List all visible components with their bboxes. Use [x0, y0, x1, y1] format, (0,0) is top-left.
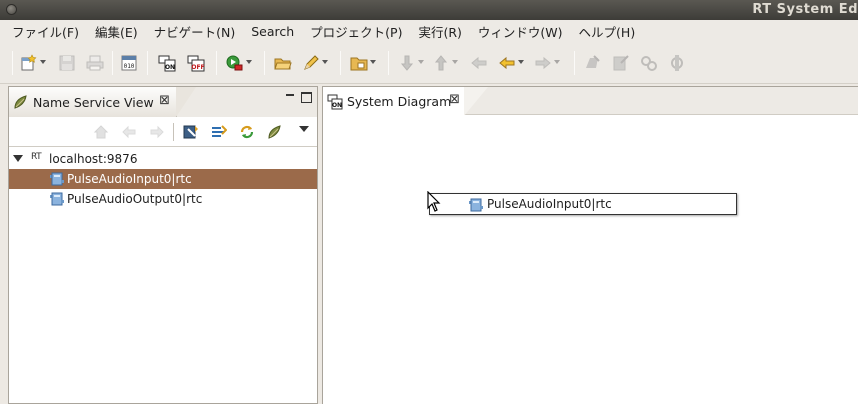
new-wizard-icon[interactable]: [20, 54, 38, 72]
next-annotation-dropdown-arrow[interactable]: [418, 60, 425, 65]
svg-text:ON: ON: [332, 102, 342, 109]
pencil-icon[interactable]: [302, 54, 320, 72]
ext-tool-4-icon[interactable]: [668, 54, 686, 72]
svg-text:ON: ON: [165, 64, 175, 71]
system-diagram-editor: ON System Diagram ⊠ PulseAudioInput0|rtc: [322, 86, 858, 404]
maximize-icon[interactable]: [301, 92, 312, 103]
add-name-server-icon[interactable]: [267, 124, 283, 140]
window-close-button[interactable]: [6, 4, 17, 15]
print-icon[interactable]: [86, 54, 104, 72]
folder-dropdown-arrow[interactable]: [370, 60, 377, 65]
rt-host-icon: RT: [31, 152, 42, 162]
component-label: PulseAudioOutput0|rtc: [67, 192, 203, 206]
link-with-editor-icon[interactable]: [211, 124, 228, 140]
forward-icon[interactable]: [149, 124, 165, 140]
menu-project[interactable]: プロジェクト(P): [302, 22, 410, 41]
rt-component-icon: [49, 171, 65, 187]
toolbar-separator: [340, 51, 341, 75]
history-back-icon[interactable]: [470, 54, 488, 72]
dragged-component-preview[interactable]: PulseAudioInput0|rtc: [429, 193, 737, 215]
tree-node-host[interactable]: RT localhost:9876: [9, 149, 317, 169]
name-service-tree: RT localhost:9876 PulseAudioInput0|rtc P…: [9, 149, 317, 209]
menu-search[interactable]: Search: [243, 24, 302, 39]
ext-tool-2-icon[interactable]: [612, 54, 630, 72]
menu-bar: ファイル(F) 編集(E) ナビゲート(N) Search プロジェクト(P) …: [0, 20, 858, 42]
back-dropdown-arrow[interactable]: [518, 60, 525, 65]
rt-component-icon: [468, 197, 484, 213]
mouse-pointer-icon: [427, 190, 443, 213]
minimize-icon[interactable]: [285, 92, 296, 103]
tab-name-service-view[interactable]: Name Service View ⊠: [9, 87, 196, 117]
back-icon[interactable]: [121, 124, 137, 140]
tab-label: Name Service View: [33, 94, 154, 110]
tree-node-component[interactable]: PulseAudioOutput0|rtc: [9, 189, 317, 209]
dragged-component-label: PulseAudioInput0|rtc: [487, 197, 612, 211]
toolbar-separator: [147, 51, 148, 75]
menu-navigate[interactable]: ナビゲート(N): [146, 22, 244, 41]
svg-text:OFF: OFF: [191, 64, 204, 71]
menu-file[interactable]: ファイル(F): [4, 22, 87, 41]
toolbar-separator: [388, 51, 389, 75]
refresh-icon[interactable]: [239, 124, 255, 140]
expand-collapse-icon[interactable]: [13, 155, 23, 162]
tab-tail-decoration: [176, 87, 196, 117]
host-label: localhost:9876: [49, 152, 138, 166]
home-icon[interactable]: [93, 124, 109, 140]
system-diagram-icon: ON: [327, 94, 343, 110]
tree-node-component[interactable]: PulseAudioInput0|rtc: [9, 169, 317, 189]
collapse-all-icon[interactable]: [183, 124, 199, 140]
ext-tool-3-icon[interactable]: [640, 54, 658, 72]
prev-annotation-dropdown-arrow[interactable]: [452, 60, 459, 65]
run-dropdown-arrow[interactable]: [246, 60, 253, 65]
save-icon[interactable]: [58, 54, 76, 72]
editor-tab-bar: ON System Diagram ⊠: [323, 87, 858, 116]
toolbar-separator: [574, 51, 575, 75]
binary-010-icon[interactable]: 010: [120, 54, 138, 72]
window-title: RT System Ed: [752, 2, 858, 17]
view-tab-bar: Name Service View ⊠: [9, 87, 317, 117]
name-service-icon: [13, 94, 29, 110]
forward-dropdown-arrow[interactable]: [554, 60, 561, 65]
tab-tail-decoration: [464, 87, 488, 116]
component-label: PulseAudioInput0|rtc: [67, 172, 192, 186]
folder-icon[interactable]: [350, 54, 368, 72]
toolbar-separator: [112, 51, 113, 75]
new-dropdown-arrow[interactable]: [40, 60, 47, 65]
ext-tool-1-icon[interactable]: [584, 54, 602, 72]
diagram-canvas[interactable]: PulseAudioInput0|rtc: [323, 115, 858, 404]
toolbar-separator: [264, 51, 265, 75]
pencil-dropdown-arrow[interactable]: [322, 60, 329, 65]
open-folder-icon[interactable]: [274, 54, 292, 72]
close-icon[interactable]: ⊠: [449, 92, 460, 107]
name-service-view: Name Service View ⊠ RT localhost:9876 Pu…: [8, 86, 318, 404]
close-icon[interactable]: ⊠: [159, 93, 170, 108]
toolbar-separator: [216, 51, 217, 75]
menu-edit[interactable]: 編集(E): [87, 22, 146, 41]
prev-annotation-icon[interactable]: [432, 54, 450, 72]
back-icon[interactable]: [498, 54, 516, 72]
run-icon[interactable]: [225, 54, 243, 72]
view-toolbar: [9, 117, 317, 147]
main-toolbar: 010 ON OFF: [0, 42, 858, 84]
title-bar: RT System Ed: [0, 0, 858, 20]
menu-help[interactable]: ヘルプ(H): [571, 22, 644, 41]
toolbar-separator: [12, 51, 13, 75]
all-on-icon[interactable]: ON: [158, 54, 176, 72]
svg-text:010: 010: [124, 63, 135, 70]
view-menu-chevron-down-icon[interactable]: [299, 126, 309, 132]
all-off-icon[interactable]: OFF: [187, 54, 205, 72]
tab-label: System Diagram: [347, 94, 452, 109]
next-annotation-icon[interactable]: [398, 54, 416, 72]
rt-component-icon: [49, 191, 65, 207]
menu-window[interactable]: ウィンドウ(W): [470, 22, 571, 41]
forward-icon[interactable]: [534, 54, 552, 72]
tab-system-diagram[interactable]: ON System Diagram ⊠: [323, 87, 488, 116]
menu-run[interactable]: 実行(R): [410, 22, 469, 41]
view-toolbar-separator: [173, 123, 174, 141]
